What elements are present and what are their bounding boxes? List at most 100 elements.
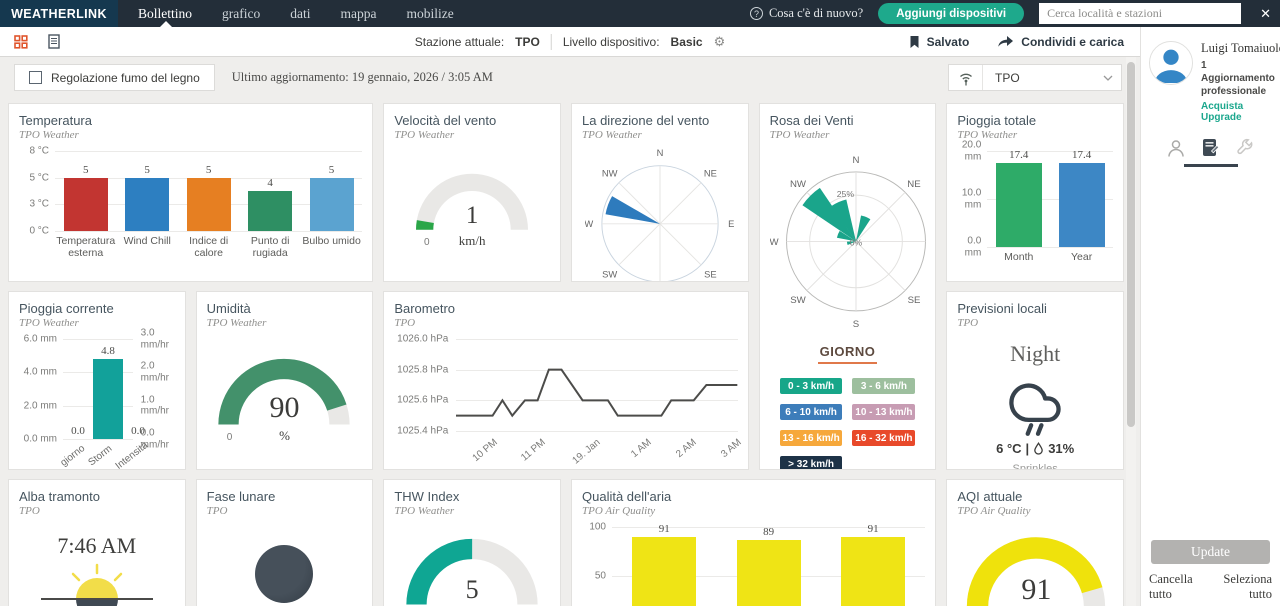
search-input[interactable] bbox=[1039, 3, 1241, 24]
top-navbar: WEATHERLINK Bollettino grafico dati mappa mo… bbox=[0, 0, 1280, 27]
card-subtitle: TPO Weather bbox=[394, 129, 550, 141]
device-icon bbox=[1202, 138, 1219, 158]
bar bbox=[1059, 163, 1105, 247]
x-label: Wind Chill bbox=[116, 235, 177, 259]
bar bbox=[632, 537, 696, 606]
plot-wrap: 0.04.80.0giornoStormIntensità bbox=[63, 339, 133, 470]
menu-item-dati[interactable]: dati bbox=[290, 6, 310, 22]
card-temperatura: Temperatura TPO Weather 8 °C5 °C3 °C0 °C… bbox=[8, 103, 373, 282]
bar-chart: 8 °C5 °C3 °C0 °C55545Temperatura esterna… bbox=[19, 151, 362, 259]
last-update-text: Ultimo aggiornamento: 19 gennaio, 2026 /… bbox=[232, 70, 493, 85]
x-label: Year bbox=[1050, 251, 1113, 263]
forecast-precip: 31% bbox=[1048, 441, 1074, 456]
legend-pill[interactable]: 13 - 16 km/h bbox=[780, 430, 843, 446]
x-label: 2 AM bbox=[674, 437, 699, 460]
wood-smoke-toggle[interactable]: Regolazione fumo del legno bbox=[14, 64, 215, 91]
y-tick: 2.0 mm/hr bbox=[141, 361, 175, 384]
tab-user[interactable] bbox=[1159, 138, 1193, 167]
bar bbox=[248, 191, 292, 231]
upgrade-link[interactable]: Acquista Upgrade bbox=[1201, 101, 1272, 123]
menu-item-grafico[interactable]: grafico bbox=[222, 6, 260, 22]
bar-value-label: 91 bbox=[827, 523, 919, 535]
tab-giorno[interactable]: GIORNO bbox=[818, 344, 878, 364]
y-tick: 1025.6 hPa bbox=[394, 395, 448, 406]
gauge-value: 5 bbox=[397, 577, 547, 603]
y-tick: 0.0 mm/hr bbox=[141, 428, 175, 451]
separator: | bbox=[1026, 441, 1030, 456]
saved-button[interactable]: Salvato bbox=[909, 35, 970, 49]
clear-all-link[interactable]: Cancella tutto bbox=[1149, 572, 1215, 602]
forecast-body: Night 6 °C | 31% Sprinkles bbox=[957, 341, 1113, 470]
plot bbox=[456, 339, 737, 431]
x-label: 19. Jan bbox=[570, 437, 602, 467]
card-title: Pioggia corrente bbox=[19, 301, 175, 316]
bar bbox=[996, 163, 1042, 247]
filter-bar: Regolazione fumo del legno Ultimo aggior… bbox=[14, 64, 1122, 91]
x-axis-labels: giornoStormIntensità bbox=[63, 449, 133, 470]
user-sidebar: Luigi Tomaiuolo 1 Aggiornamento professi… bbox=[1140, 27, 1280, 606]
legend-pill[interactable]: 10 - 13 km/h bbox=[852, 404, 915, 420]
menu-item-mobilize[interactable]: mobilize bbox=[406, 6, 453, 22]
wrench-icon bbox=[1235, 138, 1255, 158]
wind-speed-gauge: 1km/h0 bbox=[394, 167, 550, 234]
bar-chart: 6.0 mm4.0 mm2.0 mm0.0 mm0.04.80.0giornoS… bbox=[19, 339, 175, 470]
card-subtitle: TPO Weather bbox=[770, 129, 926, 141]
plot-wrap: 17.417.4MonthYear bbox=[987, 151, 1113, 263]
y-tick: 4.0 mm bbox=[19, 367, 57, 379]
tab-settings[interactable] bbox=[1228, 138, 1262, 167]
card-subtitle: TPO Weather bbox=[207, 317, 363, 329]
forecast-period: Night bbox=[957, 341, 1113, 367]
card-subtitle: TPO Weather bbox=[394, 505, 550, 517]
svg-text:25%: 25% bbox=[836, 189, 854, 199]
gauge-body: 1km/h0 bbox=[408, 167, 536, 234]
humidity-gauge: 90%0 bbox=[207, 351, 363, 429]
svg-text:NE: NE bbox=[907, 179, 920, 190]
bar bbox=[64, 178, 108, 231]
y-tick: 3.0 mm/hr bbox=[141, 328, 175, 351]
legend-pill[interactable]: > 32 km/h bbox=[780, 456, 843, 470]
card-title: Alba tramonto bbox=[19, 489, 175, 504]
gauge-body: 90%0 bbox=[209, 351, 359, 429]
card-pioggia-corrente: Pioggia corrente TPO Weather 6.0 mm4.0 m… bbox=[8, 291, 186, 470]
grid-view-icon[interactable] bbox=[14, 35, 28, 49]
scrollbar-thumb[interactable] bbox=[1127, 62, 1135, 427]
y-tick: 2.0 mm bbox=[19, 400, 57, 412]
plot-wrap: 918991 bbox=[612, 527, 925, 606]
antenna-icon bbox=[949, 65, 983, 90]
legend-pill[interactable]: 16 - 32 km/h bbox=[852, 430, 915, 446]
checkbox[interactable] bbox=[29, 71, 42, 84]
card-fase-lunare: Fase lunare TPO bbox=[196, 479, 374, 606]
add-devices-button[interactable]: Aggiungi dispositivi bbox=[878, 3, 1024, 24]
bulletin-list-icon[interactable] bbox=[48, 34, 60, 49]
close-icon[interactable]: ✕ bbox=[1260, 6, 1271, 22]
bar-value-label: 89 bbox=[723, 526, 815, 538]
whats-new-link[interactable]: ? Cosa c'è di nuovo? bbox=[750, 6, 863, 21]
gear-icon[interactable]: ⚙ bbox=[714, 34, 726, 50]
legend-pill[interactable]: 0 - 3 km/h bbox=[780, 378, 843, 394]
wind-rose-chart: NNEESESSWWNW25%0% bbox=[770, 143, 926, 336]
legend-pill[interactable]: 3 - 6 km/h bbox=[852, 378, 915, 394]
station-select[interactable]: TPO bbox=[948, 64, 1122, 91]
bar bbox=[125, 178, 169, 231]
person-icon bbox=[1166, 138, 1186, 158]
card-subtitle: TPO bbox=[19, 505, 175, 517]
menu-item-bollettino[interactable]: Bollettino bbox=[138, 6, 192, 22]
share-upload-button[interactable]: Condividi e carica bbox=[997, 35, 1124, 49]
station-toolbar: Stazione attuale: TPO Livello dispositiv… bbox=[0, 27, 1140, 57]
view-toggles bbox=[14, 34, 60, 49]
menu-item-mappa[interactable]: mappa bbox=[340, 6, 376, 22]
gridline bbox=[55, 231, 362, 232]
toolbar-actions: Salvato Condividi e carica bbox=[909, 35, 1124, 49]
cards-grid: Temperatura TPO Weather 8 °C5 °C3 °C0 °C… bbox=[8, 103, 1124, 606]
card-alba-tramonto: Alba tramonto TPO 7:46 AM bbox=[8, 479, 186, 606]
bar bbox=[187, 178, 231, 231]
plot: 17.417.4 bbox=[987, 151, 1113, 247]
select-all-link[interactable]: Seleziona tutto bbox=[1215, 572, 1272, 602]
brand-logo[interactable]: WEATHERLINK bbox=[0, 0, 118, 27]
y-tick: 0 °C bbox=[19, 225, 49, 237]
tab-devices[interactable] bbox=[1194, 138, 1228, 167]
update-button[interactable]: Update bbox=[1151, 540, 1270, 564]
bar bbox=[310, 178, 354, 231]
avatar[interactable] bbox=[1149, 41, 1193, 85]
legend-pill[interactable]: 6 - 10 km/h bbox=[780, 404, 843, 420]
